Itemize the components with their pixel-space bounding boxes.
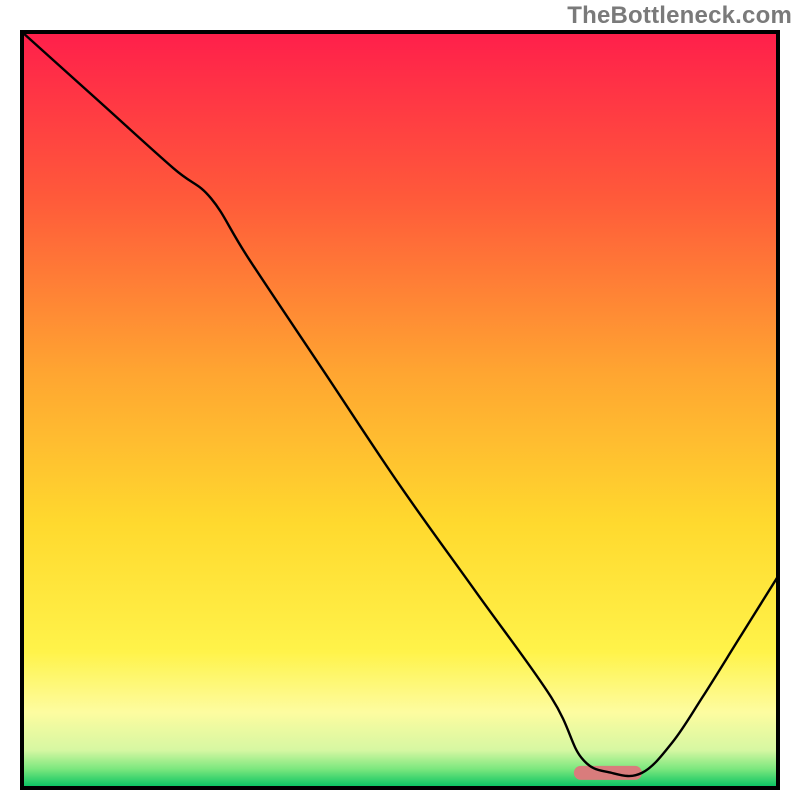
plot-area bbox=[20, 30, 780, 790]
chart-svg bbox=[20, 30, 780, 790]
watermark-text: TheBottleneck.com bbox=[567, 2, 792, 30]
chart-container: TheBottleneck.com bbox=[0, 0, 800, 800]
